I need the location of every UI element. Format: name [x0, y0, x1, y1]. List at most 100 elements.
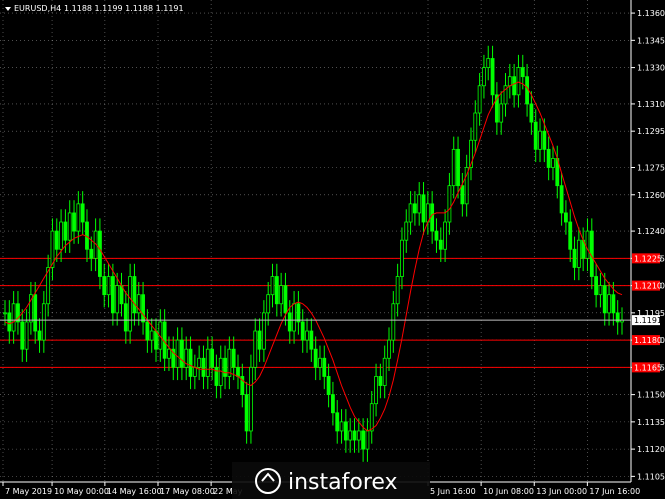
candle-body: [274, 276, 279, 305]
chart-header: EURUSD,H4 1.1188 1.1199 1.1188 1.1191: [5, 4, 184, 13]
x-tick-label: 17 Jun 16:00: [589, 487, 640, 496]
candle-body: [300, 321, 305, 341]
level-label: 1.1180: [634, 336, 662, 345]
candle-body: [331, 394, 335, 414]
candle-body: [89, 248, 94, 259]
candle-body: [551, 158, 555, 168]
candle-body: [546, 148, 551, 168]
candle-body: [167, 348, 171, 359]
y-tick-label: 1.1275: [637, 164, 665, 173]
price-chart[interactable]: 1.1360 1.1345 1.1330 1.1310 1.1295 1.1275 1.12…: [0, 0, 665, 499]
candle-body: [520, 67, 525, 78]
candle-body: [145, 321, 150, 341]
candle-body: [533, 121, 538, 150]
candle-body: [37, 330, 42, 341]
candle-body: [80, 203, 85, 223]
candle-body: [602, 285, 607, 314]
candle-body: [261, 312, 266, 350]
candle-body: [572, 248, 577, 268]
candle-body: [313, 348, 318, 368]
candle-body: [417, 194, 422, 214]
candle-body: [3, 312, 7, 315]
candle-body: [110, 276, 115, 314]
candle-body: [374, 376, 378, 405]
y-tick-label: 1.1240: [637, 227, 665, 236]
x-tick-label: 10 May 00:00: [54, 487, 109, 496]
price-label: 1.1191: [632, 315, 662, 326]
candle-body: [76, 203, 81, 232]
candle-body: [356, 430, 361, 441]
candle-body: [63, 221, 68, 241]
candle-body: [201, 357, 206, 377]
candle-body: [412, 203, 417, 214]
level-label: 1.1165: [634, 363, 662, 372]
candle-body: [67, 212, 72, 241]
candle-body: [585, 230, 590, 259]
candle-body: [473, 112, 478, 141]
candle-body: [482, 67, 486, 87]
candle-body: [395, 276, 400, 305]
candle-body: [529, 103, 534, 123]
candle-body: [460, 185, 465, 205]
candle-body: [378, 376, 383, 386]
candle-body: [607, 294, 611, 314]
candle-body: [400, 239, 404, 277]
current-price-label: 1.1191: [634, 316, 662, 325]
candle-body: [20, 321, 25, 350]
candle-body: [404, 221, 409, 241]
candle-body: [516, 67, 521, 96]
candle-body: [154, 330, 158, 350]
candle-body: [296, 303, 301, 323]
candle-body: [382, 357, 387, 386]
candle-body: [188, 348, 193, 377]
candle-body: [564, 212, 568, 223]
y-tick-label: 1.1135: [637, 418, 665, 427]
y-tick-label: 1.1345: [637, 36, 665, 45]
x-tick-label: 14 May 16:00: [107, 487, 162, 496]
candle-body: [253, 330, 258, 368]
ohlc-values: 1.1188 1.1199 1.1188 1.1191: [64, 4, 184, 13]
candle-body: [270, 276, 275, 296]
candle-body: [365, 430, 370, 450]
candle-body: [266, 294, 271, 314]
y-tick-label: 1.1150: [637, 391, 665, 400]
candle-body: [279, 285, 284, 305]
candle-body: [318, 357, 322, 368]
candle-body: [451, 148, 456, 187]
candle-body: [507, 76, 512, 87]
y-tick-label: 1.1260: [637, 191, 665, 200]
candle-body: [11, 303, 16, 332]
candle-body: [249, 366, 253, 432]
candle-body: [287, 312, 292, 332]
candle-body: [542, 130, 547, 150]
candle-body: [348, 430, 353, 441]
watermark: instaforex: [232, 462, 430, 499]
candle-body: [525, 76, 529, 105]
candle-body: [598, 285, 603, 296]
candle-body: [292, 303, 296, 332]
candle-body: [576, 239, 581, 268]
candle-body: [175, 339, 180, 368]
candle-body: [72, 212, 76, 232]
candle-body: [33, 294, 38, 332]
candle-body: [236, 366, 240, 377]
candle-body: [408, 203, 413, 223]
candle-body: [210, 348, 215, 368]
candle-body: [456, 148, 460, 187]
candle-body: [123, 303, 128, 332]
candle-body: [41, 303, 46, 341]
watermark-text: instaforex: [288, 470, 398, 495]
y-tick-label: 1.1330: [637, 64, 665, 73]
x-tick-label: 5 Jun 16:00: [430, 487, 476, 496]
candle-body: [59, 221, 63, 250]
candle-body: [538, 130, 542, 150]
candle-body: [244, 394, 249, 432]
level-label: 1.1210: [634, 282, 662, 291]
candle-body: [512, 76, 517, 96]
candle-body: [132, 276, 137, 314]
candle-body: [361, 430, 366, 450]
candle-body: [322, 357, 327, 377]
candle-body: [335, 412, 340, 432]
x-tick-label: 10 Jun 08:00: [483, 487, 534, 496]
candle-body: [434, 230, 439, 241]
